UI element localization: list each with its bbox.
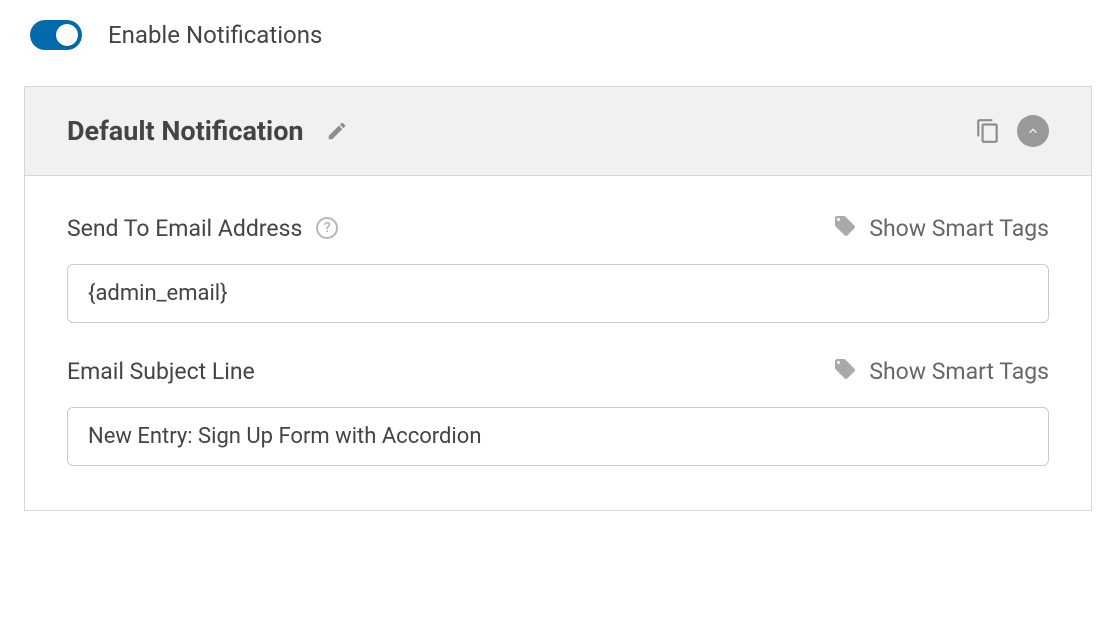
tag-icon [833, 357, 857, 385]
subject-label: Email Subject Line [67, 358, 255, 385]
enable-notifications-toggle[interactable] [30, 20, 82, 50]
duplicate-icon[interactable] [973, 116, 1003, 146]
send-to-smart-tags-label: Show Smart Tags [869, 215, 1049, 242]
send-to-field-header: Send To Email Address ? Show Smart Tags [67, 214, 1049, 242]
edit-icon[interactable] [322, 116, 352, 146]
send-to-field-group: Send To Email Address ? Show Smart Tags [67, 214, 1049, 323]
toggle-knob [56, 24, 78, 46]
panel-actions [973, 115, 1049, 147]
panel-title: Default Notification [67, 115, 304, 147]
send-to-input[interactable] [67, 264, 1049, 323]
send-to-label: Send To Email Address [67, 215, 302, 242]
panel-body: Send To Email Address ? Show Smart Tags … [25, 176, 1091, 510]
enable-notifications-label: Enable Notifications [108, 21, 322, 49]
subject-field-header: Email Subject Line Show Smart Tags [67, 357, 1049, 385]
tag-icon [833, 214, 857, 242]
subject-label-group: Email Subject Line [67, 358, 255, 385]
enable-notifications-row: Enable Notifications [24, 20, 1092, 50]
subject-smart-tags-link[interactable]: Show Smart Tags [833, 357, 1049, 385]
subject-field-group: Email Subject Line Show Smart Tags [67, 357, 1049, 466]
help-icon[interactable]: ? [316, 217, 338, 239]
send-to-label-group: Send To Email Address ? [67, 215, 338, 242]
send-to-smart-tags-link[interactable]: Show Smart Tags [833, 214, 1049, 242]
subject-smart-tags-label: Show Smart Tags [869, 358, 1049, 385]
notification-panel: Default Notification Send To Email Addre… [24, 86, 1092, 511]
collapse-icon[interactable] [1017, 115, 1049, 147]
panel-title-group: Default Notification [67, 115, 352, 147]
panel-header: Default Notification [25, 87, 1091, 176]
subject-input[interactable] [67, 407, 1049, 466]
